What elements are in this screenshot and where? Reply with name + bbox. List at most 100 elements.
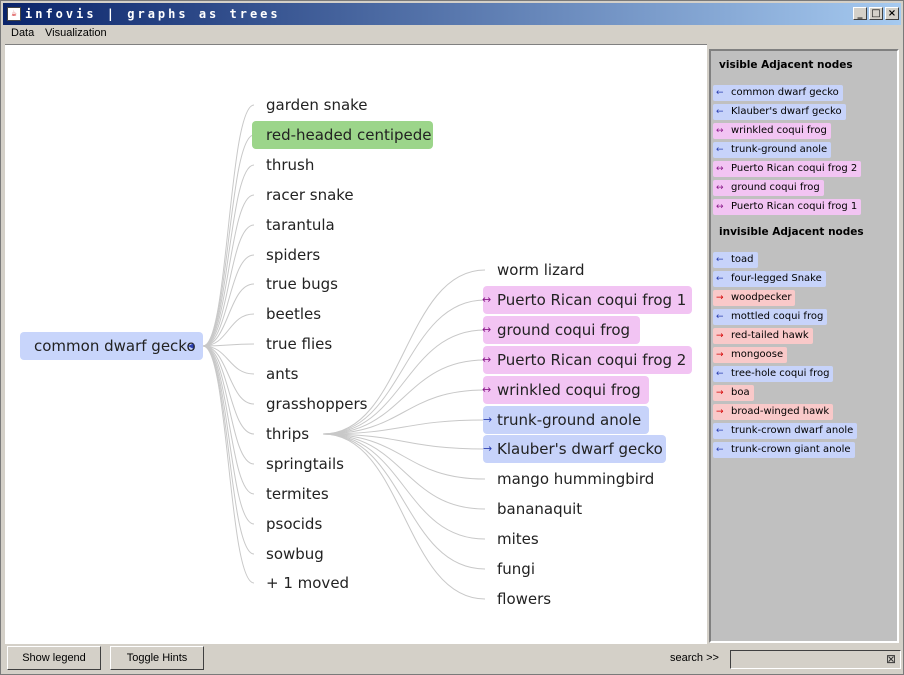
node-label: true flies (266, 335, 333, 353)
adjacent-item-trunk-ground-anole[interactable]: ← trunk-ground anole (713, 142, 832, 158)
adjacent-item-mongoose[interactable]: → mongoose (713, 347, 788, 363)
adjacent-item-label: mottled coqui frog (731, 311, 824, 322)
node-spiders[interactable]: spiders (252, 241, 320, 269)
node-true-flies[interactable]: true flies (252, 330, 332, 358)
arrow-both-icon: ↔ (716, 202, 724, 212)
adjacent-item-label: tree-hole coqui frog (731, 368, 830, 379)
close-icon[interactable]: × (885, 7, 899, 20)
node-label: wrinkled coqui frog (497, 381, 641, 399)
adjacent-item-trunk-crown-dwarf-anole[interactable]: ← trunk-crown dwarf anole (713, 423, 858, 439)
adjacent-item-label: red-tailed hawk (731, 330, 809, 341)
adjacent-item-puerto-rican-coqui-frog-2[interactable]: ↔ Puerto Rican coqui frog 2 (713, 161, 862, 177)
node-puerto-rican-coqui-frog-2[interactable]: ↔ Puerto Rican coqui frog 2 (482, 346, 692, 374)
node-bananaquit[interactable]: bananaquit (483, 495, 582, 523)
node-label: psocids (266, 515, 323, 533)
adjacent-item-woodpecker[interactable]: → woodpecker (713, 290, 796, 306)
node-label: grasshoppers (266, 395, 368, 413)
node-worm-lizard[interactable]: worm lizard (483, 256, 585, 284)
node-true-bugs[interactable]: true bugs (252, 270, 338, 298)
show-legend-button[interactable]: Show legend (7, 646, 101, 670)
adjacent-item-label: boa (731, 387, 750, 398)
arrow-right-icon: → (716, 331, 724, 341)
adjacent-item-ground-coqui-frog[interactable]: ↔ ground coqui frog (713, 180, 824, 196)
adjacent-item-red-tailed-hawk[interactable]: → red-tailed hawk (713, 328, 813, 344)
tree-edge (322, 433, 486, 540)
arrow-left-icon: ← (716, 312, 724, 322)
adjacent-item-boa[interactable]: → boa (713, 385, 754, 401)
edge-arrow-icon: ↔ (482, 353, 492, 366)
node-fungi[interactable]: fungi (483, 555, 535, 583)
arrow-left-icon: ← (716, 426, 724, 436)
invisible-adjacent-header: invisible Adjacent nodes (719, 226, 864, 238)
node-label: red-headed centipede (266, 126, 432, 144)
node-tarantula[interactable]: tarantula (252, 211, 335, 239)
node-thrips[interactable]: thrips (252, 420, 309, 448)
node-grasshoppers[interactable]: grasshoppers (252, 390, 367, 418)
adjacent-item-broad-winged-hawk[interactable]: → broad-winged hawk (713, 404, 834, 420)
adjacent-item-label: trunk-ground anole (731, 144, 828, 155)
node-mango-hummingbird[interactable]: mango hummingbird (483, 465, 654, 493)
node-label: bananaquit (497, 500, 583, 518)
node-trunk-ground-anole[interactable]: → trunk-ground anole (483, 406, 649, 434)
node-label: Puerto Rican coqui frog 2 (497, 351, 687, 369)
node-wrinkled-coqui-frog[interactable]: ↔ wrinkled coqui frog (482, 376, 649, 404)
menu-visualization[interactable]: Visualization (45, 27, 107, 39)
menu-data[interactable]: Data (11, 27, 34, 39)
node-racer-snake[interactable]: racer snake (252, 181, 354, 209)
node-sowbug[interactable]: sowbug (252, 540, 324, 568)
maximize-icon[interactable]: □ (869, 7, 883, 20)
node-flowers[interactable]: flowers (483, 585, 551, 613)
window-title: infovis | graphs as trees (25, 7, 281, 21)
node-thrush[interactable]: thrush (252, 151, 314, 179)
adjacent-item-four-legged-snake[interactable]: ← four-legged Snake (713, 271, 826, 287)
node-red-headed-centipede[interactable]: red-headed centipede (252, 121, 433, 149)
node-label: mites (497, 530, 539, 548)
node-springtails[interactable]: springtails (252, 450, 344, 478)
adjacent-item-klauber-s-dwarf-gecko[interactable]: ← Klauber's dwarf gecko (713, 104, 846, 120)
adjacent-item-label: four-legged Snake (731, 273, 822, 284)
node-common-dwarf-gecko[interactable]: ◂ common dwarf gecko (20, 332, 203, 360)
node-label: ground coqui frog (497, 321, 631, 339)
menu-bar: Data Visualization (3, 25, 901, 43)
node-puerto-rican-coqui-frog-1[interactable]: ↔ Puerto Rican coqui frog 1 (482, 286, 692, 314)
tree-edge (322, 433, 486, 510)
node-1-moved[interactable]: + 1 moved (252, 569, 349, 597)
bottom-bar: Show legend Toggle Hints search >> ⊠ (3, 645, 901, 674)
graph-canvas[interactable]: ◂ common dwarf gecko garden snake red-heade… (5, 44, 707, 644)
visible-adjacent-header: visible Adjacent nodes (719, 59, 853, 71)
title-bar[interactable]: ☕ infovis | graphs as trees _ □ × (3, 3, 901, 25)
node-ground-coqui-frog[interactable]: ↔ ground coqui frog (482, 316, 640, 344)
search-label: search >> (670, 652, 719, 664)
clear-icon[interactable]: ⊠ (884, 652, 898, 666)
adjacent-item-trunk-crown-giant-anole[interactable]: ← trunk-crown giant anole (713, 442, 855, 458)
edge-arrow-icon: → (483, 442, 493, 455)
arrow-left-icon: ← (716, 445, 724, 455)
node-garden-snake[interactable]: garden snake (252, 91, 368, 119)
node-ants[interactable]: ants (252, 360, 298, 388)
node-beetles[interactable]: beetles (252, 300, 321, 328)
search-input[interactable] (730, 650, 901, 669)
adjacent-item-label: Puerto Rican coqui frog 2 (731, 163, 858, 174)
arrow-left-icon: ← (716, 369, 724, 379)
node-label: racer snake (266, 186, 354, 204)
adjacent-nodes-panel: visible Adjacent nodes ← common dwarf gec… (709, 49, 899, 643)
adjacent-item-common-dwarf-gecko[interactable]: ← common dwarf gecko (713, 85, 843, 101)
adjacent-item-wrinkled-coqui-frog[interactable]: ↔ wrinkled coqui frog (713, 123, 831, 139)
node-label: termites (266, 485, 329, 503)
node-termites[interactable]: termites (252, 480, 329, 508)
arrow-left-icon: ← (716, 145, 724, 155)
adjacent-item-mottled-coqui-frog[interactable]: ← mottled coqui frog (713, 309, 828, 325)
node-mites[interactable]: mites (483, 525, 539, 553)
arrow-both-icon: ↔ (716, 183, 724, 193)
arrow-left-icon: ← (716, 88, 724, 98)
edge-arrow-icon: → (483, 413, 493, 426)
node-label: tarantula (266, 216, 335, 234)
node-psocids[interactable]: psocids (252, 510, 322, 538)
node-klauber-s-dwarf-gecko[interactable]: → Klauber's dwarf gecko (483, 435, 666, 463)
minimize-icon[interactable]: _ (853, 7, 867, 20)
adjacent-item-label: Klauber's dwarf gecko (731, 106, 842, 117)
adjacent-item-tree-hole-coqui-frog[interactable]: ← tree-hole coqui frog (713, 366, 834, 382)
toggle-hints-button[interactable]: Toggle Hints (110, 646, 204, 670)
adjacent-item-puerto-rican-coqui-frog-1[interactable]: ↔ Puerto Rican coqui frog 1 (713, 199, 862, 215)
adjacent-item-toad[interactable]: ← toad (713, 252, 758, 268)
